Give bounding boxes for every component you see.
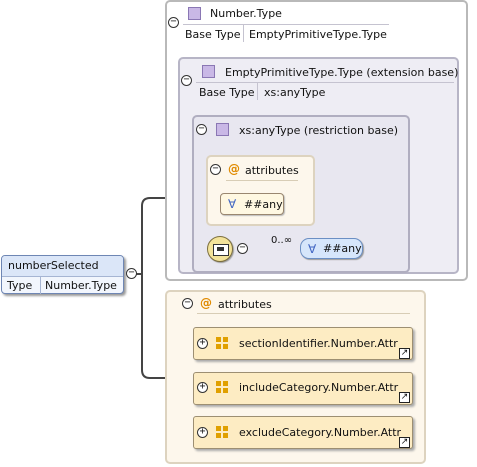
extension-base-key: Base Type <box>199 86 255 99</box>
expand-button[interactable]: + <box>197 382 208 393</box>
extension-base-value: xs:anyType <box>264 86 326 99</box>
link-arrow-icon[interactable]: ↗ <box>399 392 410 403</box>
link-arrow-icon[interactable]: ↗ <box>399 348 410 359</box>
sequence-icon[interactable] <box>207 236 233 262</box>
type-title: Number.Type <box>210 7 282 20</box>
element-separator <box>40 277 41 294</box>
attributes-label: attributes <box>218 298 272 311</box>
link-arrow-icon[interactable]: ↗ <box>399 437 410 448</box>
any-element-label: ##any <box>323 242 362 255</box>
any-attribute-label: ##any <box>244 198 283 211</box>
attribute-group-icon <box>216 337 228 349</box>
expand-button[interactable]: + <box>197 338 208 349</box>
attribute-group-ref[interactable]: + excludeCategory.Number.Attr ↗ <box>193 416 413 449</box>
sequence-glyph-inner <box>217 247 224 251</box>
element-number-selected[interactable]: numberSelected Type Number.Type <box>1 255 124 294</box>
attribute-group-label: excludeCategory.Number.Attr <box>239 426 402 439</box>
type-base-separator <box>243 25 244 42</box>
restriction-attributes-label: attributes <box>245 164 299 177</box>
expand-button[interactable]: + <box>197 427 208 438</box>
type-base-value: EmptyPrimitiveType.Type <box>249 28 387 41</box>
complex-type-icon <box>188 7 201 20</box>
restriction-type-icon <box>216 123 229 136</box>
extension-collapse-button[interactable]: − <box>181 75 192 86</box>
any-attribute[interactable]: ∀ ##any <box>220 193 284 215</box>
attribute-group-ref[interactable]: + sectionIdentifier.Number.Attr ↗ <box>193 327 413 360</box>
forall-icon: ∀ <box>228 197 237 211</box>
any-element[interactable]: ∀ ##any <box>300 238 363 259</box>
attribute-group-icon <box>216 426 228 438</box>
forall-element-icon: ∀ <box>308 242 317 256</box>
extension-title: EmptyPrimitiveType.Type (extension base) <box>225 66 459 79</box>
restriction-collapse-button[interactable]: − <box>196 124 207 135</box>
type-collapse-button[interactable]: − <box>168 17 179 28</box>
extension-type-icon <box>202 65 215 78</box>
attributes-collapse-button[interactable]: − <box>182 298 193 309</box>
sequence-collapse-button[interactable]: − <box>237 243 248 254</box>
element-type-value: Number.Type <box>45 279 117 292</box>
attribute-group-icon <box>216 381 228 393</box>
any-element-occurrence: 0..∞ <box>271 235 293 246</box>
extension-divider <box>196 82 454 83</box>
element-collapse-button[interactable]: − <box>126 268 137 279</box>
element-type-key: Type <box>7 279 33 292</box>
restriction-attributes-collapse-button[interactable]: − <box>210 164 221 175</box>
attribute-group-ref[interactable]: + includeCategory.Number.Attr ↗ <box>193 372 413 405</box>
restriction-title: xs:anyType (restriction base) <box>239 124 399 137</box>
attribute-at-icon: @ <box>228 162 240 176</box>
element-name: numberSelected <box>8 259 99 272</box>
type-divider <box>183 24 389 25</box>
type-base-key: Base Type <box>185 28 241 41</box>
restriction-attributes-divider <box>226 180 298 181</box>
element-divider <box>2 276 123 277</box>
attribute-group-label: includeCategory.Number.Attr <box>239 381 399 394</box>
attributes-divider <box>197 313 410 314</box>
extension-base-separator <box>257 83 258 100</box>
attributes-at-icon: @ <box>200 296 212 310</box>
attribute-group-label: sectionIdentifier.Number.Attr <box>239 337 398 350</box>
